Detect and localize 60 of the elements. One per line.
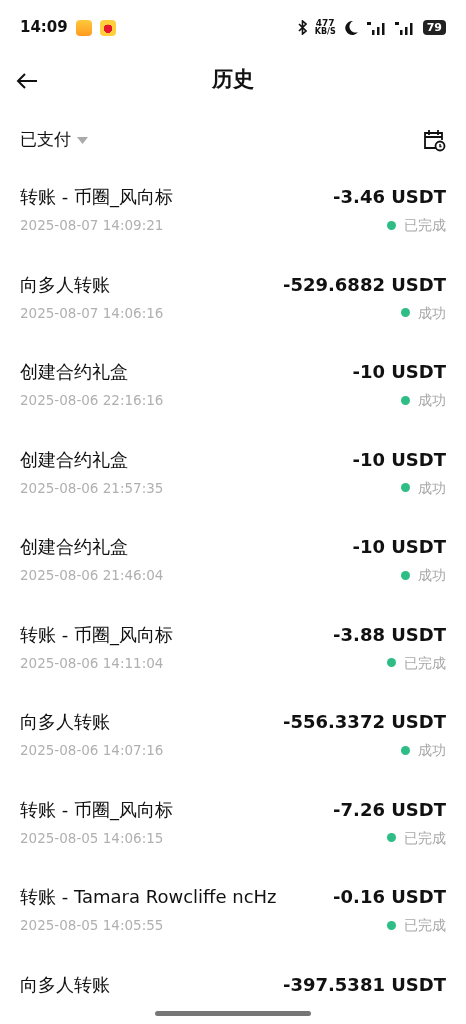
transaction-amount: -556.3372 USDT: [282, 710, 446, 734]
transaction-title: 创建合约礼盒: [20, 447, 128, 472]
transaction-amount: -397.5381 USDT: [282, 972, 446, 997]
status-text: 成功: [418, 391, 446, 410]
status-text: 成功: [418, 303, 446, 323]
moon-icon: [343, 20, 359, 35]
transaction-date: 2025-08-06 21:57:35: [20, 478, 164, 498]
transaction-title: 向多人转账: [20, 710, 110, 734]
caret-down-icon: [77, 136, 88, 144]
status-text: 已完成: [404, 916, 446, 935]
status-dot: [387, 220, 396, 230]
transaction-title: 创建合约礼盒: [20, 535, 128, 559]
status-dot: [387, 833, 396, 842]
transaction-amount: -10 USDT: [352, 447, 446, 472]
status-filter-dropdown[interactable]: 已支付: [20, 127, 88, 153]
battery-level: 79: [422, 20, 446, 35]
transaction-amount: -0.16 USDT: [333, 885, 446, 909]
transaction-amount: -10 USDT: [352, 535, 446, 559]
transaction-amount: -3.46 USDT: [333, 185, 446, 209]
transaction-date: 2025-08-05 14:06:15: [20, 828, 164, 848]
signal-icon: [366, 20, 387, 35]
status-text: 成功: [418, 566, 446, 585]
transaction-date: 2025-08-07 14:06:16: [20, 303, 164, 323]
page-title: 历史: [212, 66, 254, 94]
transaction-date: 2025-08-06 14:11:04: [20, 653, 164, 673]
transaction-date: 2025-08-06 21:46:04: [20, 566, 164, 585]
transaction-title: 转账 - 币圈_风向标: [20, 622, 173, 648]
transaction-title: 创建合约礼盒: [20, 360, 128, 384]
status-text: 已完成: [404, 216, 446, 235]
transaction-amount: -10 USDT: [352, 360, 446, 384]
bluetooth-icon: [297, 20, 307, 35]
transaction-title: 向多人转账: [20, 272, 110, 297]
transaction-title: 转账 - Tamara Rowcliffe ncHz: [20, 885, 277, 909]
transaction-amount: -3.88 USDT: [333, 622, 446, 647]
transaction-amount: -7.26 USDT: [333, 797, 446, 822]
status-text: 成功: [418, 741, 446, 760]
status-dot: [401, 745, 410, 755]
status-dot: [387, 920, 396, 930]
status-dot: [401, 308, 410, 317]
status-time: 14:09: [20, 17, 68, 39]
transaction-date: 2025-08-07 14:09:21: [20, 216, 164, 235]
status-dot: [401, 570, 410, 580]
net-speed: 477: [314, 19, 336, 27]
net-speed-unit: KB/S: [314, 27, 336, 36]
transaction-title: 转账 - 币圈_风向标: [20, 797, 173, 823]
transaction-title: 转账 - 币圈_风向标: [20, 185, 173, 210]
calendar-button[interactable]: [422, 127, 446, 153]
transaction-date: 2025-08-05 14:05:55: [20, 916, 164, 935]
status-dot: [401, 395, 410, 405]
status-text: 成功: [418, 478, 446, 498]
transaction-date: 2025-08-06 14:07:16: [20, 741, 164, 760]
status-text: 已完成: [404, 828, 446, 848]
transaction-amount: -529.6882 USDT: [282, 272, 446, 297]
transaction-title: 向多人转账: [20, 972, 110, 997]
status-text: 已完成: [404, 653, 446, 673]
transaction-date: 2025-08-06 22:16:16: [20, 391, 164, 410]
status-dot: [387, 658, 396, 667]
status-dot: [401, 483, 410, 492]
signal-icon: [394, 20, 415, 35]
app-icon: [99, 19, 116, 36]
